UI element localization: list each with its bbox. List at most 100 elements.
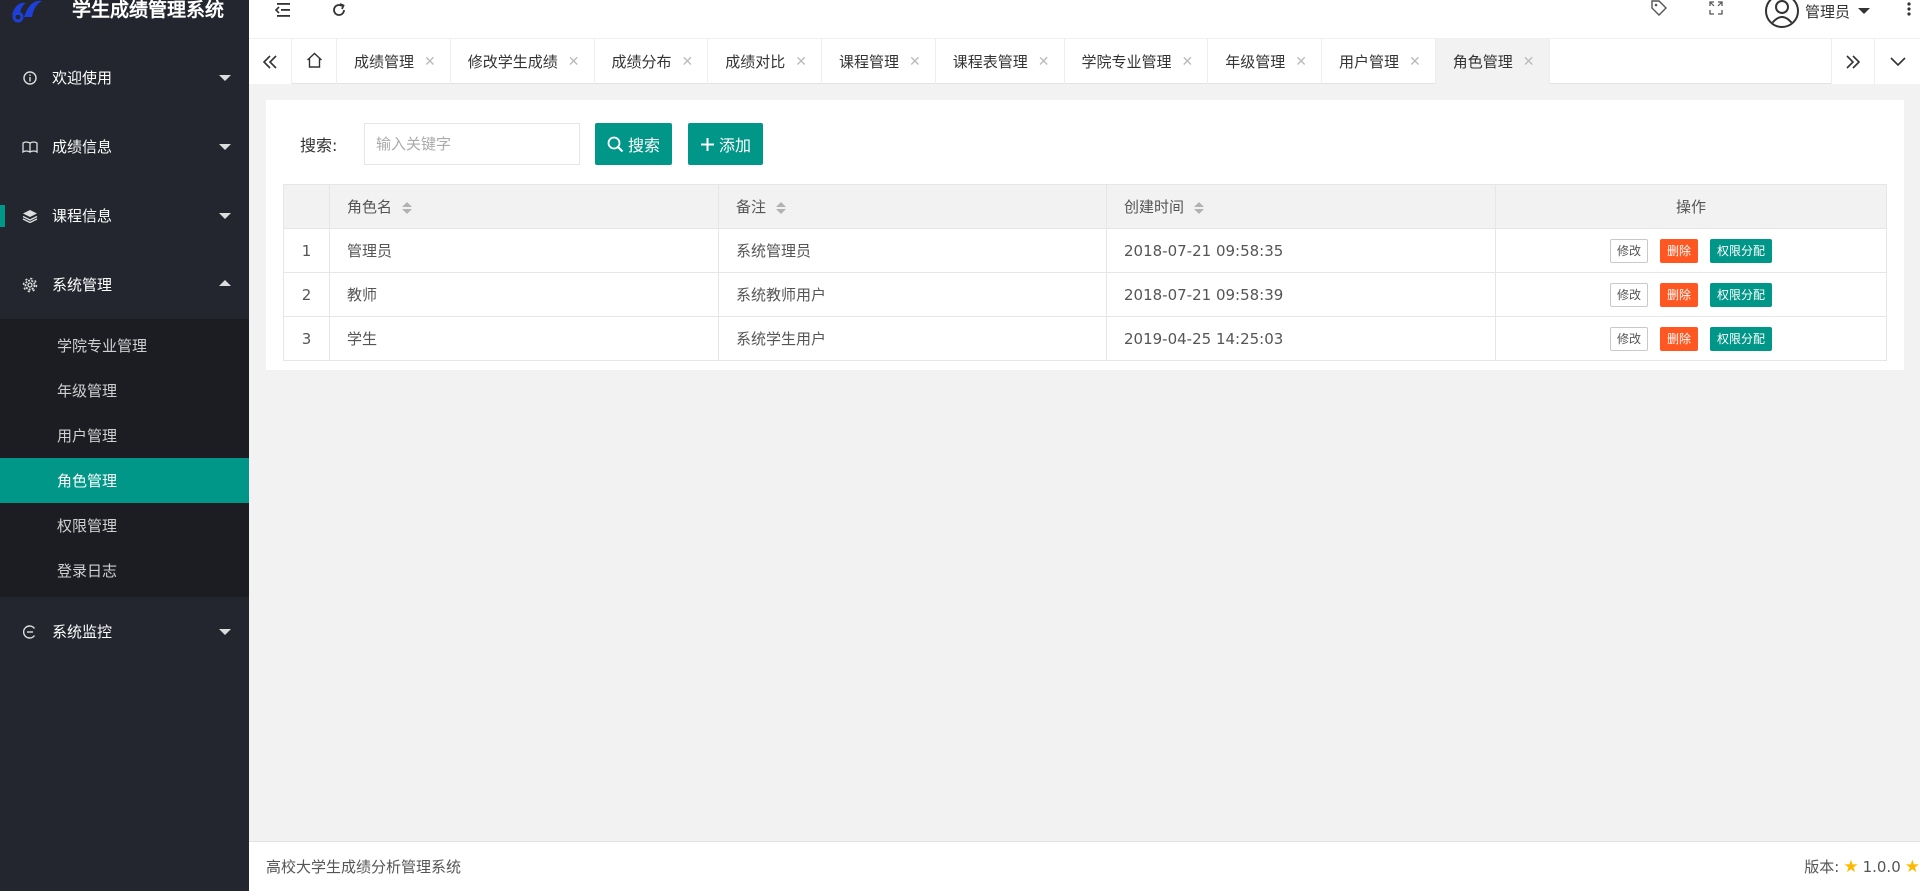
- tabs-scroll-left-icon[interactable]: [249, 39, 292, 84]
- footer: 高校大学生成绩分析管理系统 版本: ★ 1.0.0 ★: [249, 841, 1920, 891]
- chevron-up-icon: [219, 280, 231, 286]
- edit-button[interactable]: 修改: [1609, 326, 1648, 351]
- tab-score-distribution[interactable]: 成绩分布 ✕: [595, 39, 709, 84]
- add-button-label: 添加: [719, 136, 752, 155]
- refresh-icon[interactable]: [329, 0, 349, 20]
- tab-label: 用户管理: [1339, 53, 1400, 71]
- search-button[interactable]: 搜索: [595, 123, 673, 165]
- tab-score-manage[interactable]: 成绩管理 ✕: [337, 39, 451, 84]
- nav-group-label: 系统监控: [52, 623, 113, 641]
- cell-actions: 修改 删除 权限分配: [1495, 316, 1887, 361]
- tabs-scroll-right-icon[interactable]: [1831, 39, 1874, 84]
- header-index: [283, 184, 330, 229]
- cell-created: 2018-07-21 09:58:35: [1106, 228, 1496, 273]
- fullscreen-icon[interactable]: [1706, 0, 1726, 18]
- close-icon[interactable]: ✕: [1182, 54, 1194, 70]
- layers-icon: [22, 208, 38, 224]
- version-number: 1.0.0: [1862, 857, 1901, 876]
- tab-label: 课程管理: [839, 53, 900, 71]
- sort-icon[interactable]: [1194, 201, 1205, 215]
- tab-label: 学院专业管理: [1081, 53, 1172, 71]
- cell-note: 系统管理员: [718, 228, 1107, 273]
- nav-group-label: 课程信息: [52, 207, 113, 225]
- user-menu[interactable]: 管理员: [1764, 0, 1870, 28]
- search-icon: [607, 136, 624, 153]
- avatar-icon: [1764, 0, 1799, 28]
- tab-home[interactable]: [292, 39, 337, 84]
- sidebar-item-login-log[interactable]: 登录日志: [0, 548, 249, 593]
- home-icon: [306, 52, 323, 72]
- tab-college-major[interactable]: 学院专业管理 ✕: [1065, 39, 1209, 84]
- roles-table: 角色名 备注 创建时间 操作 1 管理员 系统管理员 2018-07-21 09…: [283, 184, 1887, 361]
- tab-score-compare[interactable]: 成绩对比 ✕: [708, 39, 822, 84]
- table-row: 3 学生 系统学生用户 2019-04-25 14:25:03 修改 删除 权限分配: [283, 316, 1887, 361]
- nav-group-courses[interactable]: 课程信息: [0, 181, 249, 250]
- sort-icon[interactable]: [776, 201, 787, 215]
- close-icon[interactable]: ✕: [1038, 54, 1050, 70]
- sidebar-item-grade[interactable]: 年级管理: [0, 368, 249, 413]
- close-icon[interactable]: ✕: [424, 54, 436, 70]
- edit-button[interactable]: 修改: [1609, 282, 1648, 307]
- chevron-down-icon: [219, 629, 231, 635]
- close-icon[interactable]: ✕: [682, 54, 694, 70]
- sidebar-item-roles[interactable]: 角色管理: [0, 458, 249, 503]
- close-icon[interactable]: ✕: [1295, 54, 1307, 70]
- header-created[interactable]: 创建时间: [1106, 184, 1496, 229]
- footer-text: 高校大学生成绩分析管理系统: [266, 858, 462, 876]
- tab-roles[interactable]: 角色管理 ✕: [1435, 39, 1550, 84]
- book-icon: [22, 139, 38, 155]
- nav-group-label: 系统管理: [52, 276, 113, 294]
- menu-fold-icon[interactable]: [272, 0, 292, 20]
- tab-timetable[interactable]: 课程表管理 ✕: [936, 39, 1065, 84]
- row-index: 1: [283, 228, 330, 273]
- edit-button[interactable]: 修改: [1609, 238, 1648, 263]
- delete-button[interactable]: 删除: [1659, 238, 1698, 263]
- sidebar-item-college-major[interactable]: 学院专业管理: [0, 323, 249, 368]
- top-header: 管理员: [249, 0, 1920, 38]
- close-icon[interactable]: ✕: [568, 54, 580, 70]
- star-icon: ★: [1904, 856, 1920, 877]
- search-toolbar: 搜索: 搜索 添加: [266, 123, 764, 165]
- header-label: 角色名: [347, 198, 393, 216]
- search-label: 搜索:: [300, 136, 338, 155]
- nav-group-scores[interactable]: 成绩信息: [0, 112, 249, 181]
- nav-group-monitor[interactable]: 系统监控: [0, 597, 249, 666]
- sort-icon[interactable]: [402, 201, 413, 215]
- close-icon[interactable]: ✕: [909, 54, 921, 70]
- header-label: 备注: [736, 198, 767, 216]
- tab-course-manage[interactable]: 课程管理 ✕: [822, 39, 936, 84]
- assign-permission-button[interactable]: 权限分配: [1710, 326, 1773, 351]
- header-role-name[interactable]: 角色名: [329, 184, 719, 229]
- nav-group-welcome[interactable]: 欢迎使用: [0, 43, 249, 112]
- header-actions: 操作: [1495, 184, 1887, 229]
- tab-label: 修改学生成绩: [467, 53, 558, 71]
- sidebar-item-users[interactable]: 用户管理: [0, 413, 249, 458]
- cell-role-name: 教师: [329, 272, 719, 317]
- monitor-icon: [22, 624, 38, 640]
- search-input[interactable]: [364, 123, 580, 165]
- assign-permission-button[interactable]: 权限分配: [1710, 238, 1773, 263]
- tab-label: 成绩对比: [725, 53, 786, 71]
- tab-label: 角色管理: [1452, 53, 1513, 71]
- add-button[interactable]: 添加: [688, 123, 764, 165]
- assign-permission-button[interactable]: 权限分配: [1710, 282, 1773, 307]
- tab-edit-score[interactable]: 修改学生成绩 ✕: [451, 39, 595, 84]
- search-button-label: 搜索: [628, 136, 661, 155]
- header-note[interactable]: 备注: [718, 184, 1107, 229]
- more-vertical-icon[interactable]: [1904, 0, 1914, 20]
- tabs-menu-chevron-down-icon[interactable]: [1874, 39, 1920, 84]
- delete-button[interactable]: 删除: [1659, 282, 1698, 307]
- tab-grade[interactable]: 年级管理 ✕: [1208, 39, 1322, 84]
- nav-group-system[interactable]: 系统管理: [0, 250, 249, 319]
- table-header-row: 角色名 备注 创建时间 操作: [283, 184, 1887, 229]
- sidebar-item-permissions[interactable]: 权限管理: [0, 503, 249, 548]
- tag-icon[interactable]: [1649, 0, 1669, 18]
- close-icon[interactable]: ✕: [1409, 54, 1421, 70]
- close-icon[interactable]: ✕: [795, 54, 807, 70]
- tab-users[interactable]: 用户管理 ✕: [1322, 39, 1436, 84]
- cell-created: 2018-07-21 09:58:39: [1106, 272, 1496, 317]
- close-icon[interactable]: ✕: [1523, 54, 1535, 70]
- version-label: 版本:: [1804, 858, 1840, 876]
- delete-button[interactable]: 删除: [1659, 326, 1698, 351]
- row-index: 3: [283, 316, 330, 361]
